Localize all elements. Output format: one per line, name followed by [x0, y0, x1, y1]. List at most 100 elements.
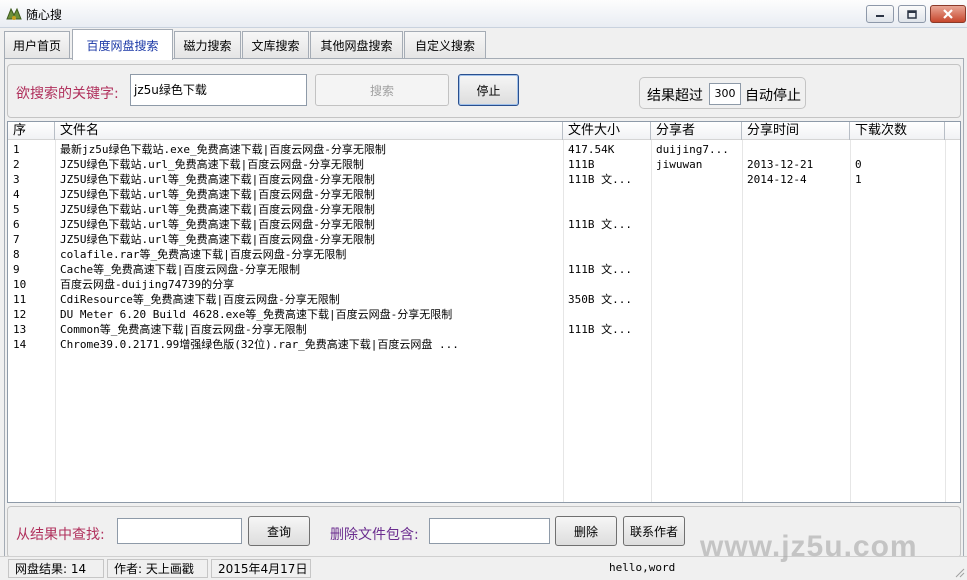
- cell-sharer: [651, 322, 742, 337]
- table-row[interactable]: 10 百度云网盘-duijing74739的分享: [8, 277, 960, 292]
- table-row[interactable]: 11 CdiResource等_免费高速下载|百度云网盘-分享无限制 350B 文.…: [8, 292, 960, 307]
- cell-download-count: [850, 142, 945, 157]
- table-row[interactable]: 3 JZ5U绿色下载站.url等_免费高速下载|百度云网盘-分享无限制 111B 文…: [8, 172, 960, 187]
- cell-share-time: [742, 142, 850, 157]
- cell-filename: JZ5U绿色下载站.url等_免费高速下载|百度云网盘-分享无限制: [60, 173, 375, 186]
- status-author: 作者: 天上画戳: [107, 559, 208, 578]
- column-header-download-count[interactable]: 下载次数: [850, 122, 945, 140]
- cell-index: 8: [13, 248, 20, 261]
- cell-filesize: [563, 247, 651, 262]
- cell-share-time: 2014-12-4: [747, 173, 807, 186]
- cell-sharer: [651, 262, 742, 277]
- delete-contains-input[interactable]: [429, 518, 550, 544]
- table-row[interactable]: 13 Common等_免费高速下载|百度云网盘-分享无限制 111B 文...: [8, 322, 960, 337]
- cell-sharer: [651, 337, 742, 352]
- cell-filesize: 111B 文...: [568, 173, 632, 186]
- minimize-button[interactable]: [866, 5, 894, 23]
- cell-sharer: jiwuwan: [656, 158, 703, 171]
- stop-button[interactable]: 停止: [458, 74, 519, 106]
- cell-download-count: [850, 232, 945, 247]
- column-header-filesize[interactable]: 文件大小: [563, 122, 651, 140]
- results-list[interactable]: 序 文件名 文件大小 分享者 分享时间 下载次数 1 最新jz5u绿色下载站.ex…: [7, 121, 961, 503]
- table-row[interactable]: 7 JZ5U绿色下载站.url等_免费高速下载|百度云网盘-分享无限制: [8, 232, 960, 247]
- cell-download-count: [850, 187, 945, 202]
- cell-filesize: [563, 202, 651, 217]
- cell-filename: colafile.rar等_免费高速下载|百度云网盘-分享无限制: [60, 248, 347, 261]
- status-date: 2015年4月17日: [211, 559, 311, 578]
- cell-share-time: [742, 247, 850, 262]
- cell-index: 9: [13, 263, 20, 276]
- cell-filename: CdiResource等_免费高速下载|百度云网盘-分享无限制: [60, 293, 340, 306]
- cell-share-time: [742, 202, 850, 217]
- delete-button[interactable]: 删除: [555, 516, 617, 546]
- cell-share-time: [742, 307, 850, 322]
- tab-other-pan-search[interactable]: 其他网盘搜索: [310, 31, 403, 59]
- query-button[interactable]: 查询: [248, 516, 310, 546]
- column-header-index[interactable]: 序: [8, 122, 55, 140]
- cell-filesize: [563, 307, 651, 322]
- cell-index: 2: [13, 158, 20, 171]
- cell-sharer: [651, 217, 742, 232]
- cell-share-time: [742, 277, 850, 292]
- table-row[interactable]: 8 colafile.rar等_免费高速下载|百度云网盘-分享无限制: [8, 247, 960, 262]
- cell-filesize: 111B 文...: [568, 323, 632, 336]
- table-row[interactable]: 6 JZ5U绿色下载站.url等_免费高速下载|百度云网盘-分享无限制 111B 文…: [8, 217, 960, 232]
- title-bar: 随心搜: [0, 0, 967, 28]
- tab-panel: 欲搜索的关键字: jz5u绿色下载 搜索 停止 结果超过 300 自动停止 序 …: [4, 58, 964, 563]
- cell-filesize: 417.54K: [568, 143, 615, 156]
- table-row[interactable]: 2 JZ5U绿色下载站.url_免费高速下载|百度云网盘-分享无限制 111B jiw…: [8, 157, 960, 172]
- contact-author-button[interactable]: 联系作者: [623, 516, 685, 546]
- find-in-results-input[interactable]: [117, 518, 242, 544]
- tab-magnet-search[interactable]: 磁力搜索: [174, 31, 241, 59]
- cell-sharer: [651, 247, 742, 262]
- tab-custom-search[interactable]: 自定义搜索: [404, 31, 486, 59]
- cell-filename: Chrome39.0.2171.99增强绿色版(32位).rar_免费高速下载|…: [60, 338, 459, 351]
- cell-filename: 百度云网盘-duijing74739的分享: [60, 278, 235, 291]
- column-header-sharer[interactable]: 分享者: [651, 122, 742, 140]
- cell-download-count: [850, 262, 945, 277]
- tab-baidu-pan-search[interactable]: 百度网盘搜索: [72, 29, 173, 60]
- auto-stop-group: 结果超过 300 自动停止: [639, 77, 806, 109]
- keyword-input[interactable]: jz5u绿色下载: [130, 74, 307, 106]
- watermark: www.jz5u.com: [700, 530, 918, 563]
- cell-sharer: [651, 202, 742, 217]
- tab-library-search[interactable]: 文库搜索: [242, 31, 309, 59]
- close-icon: [943, 9, 953, 19]
- cell-sharer: [651, 172, 742, 187]
- maximize-button[interactable]: [898, 5, 926, 23]
- limit-suffix-label: 自动停止: [745, 88, 801, 104]
- cell-download-count: [850, 337, 945, 352]
- resize-grip-icon[interactable]: [953, 566, 965, 578]
- column-header-filename[interactable]: 文件名: [55, 122, 563, 140]
- cell-filename: 最新jz5u绿色下载站.exe_免费高速下载|百度云网盘-分享无限制: [60, 143, 386, 156]
- cell-filename: DU Meter 6.20 Build 4628.exe等_免费高速下载|百度云…: [60, 308, 453, 321]
- cell-download-count: 1: [855, 173, 862, 186]
- cell-share-time: [742, 232, 850, 247]
- table-row[interactable]: 1 最新jz5u绿色下载站.exe_免费高速下载|百度云网盘-分享无限制 417.5…: [8, 142, 960, 157]
- cell-index: 6: [13, 218, 20, 231]
- keyword-label: 欲搜索的关键字:: [16, 86, 119, 102]
- cell-download-count: [850, 307, 945, 322]
- cell-filename: JZ5U绿色下载站.url等_免费高速下载|百度云网盘-分享无限制: [60, 233, 375, 246]
- search-button[interactable]: 搜索: [315, 74, 449, 106]
- result-limit-input[interactable]: 300: [709, 83, 741, 105]
- cell-filesize: 350B 文...: [568, 293, 632, 306]
- cell-filename: JZ5U绿色下载站.url等_免费高速下载|百度云网盘-分享无限制: [60, 218, 375, 231]
- table-row[interactable]: 5 JZ5U绿色下载站.url等_免费高速下载|百度云网盘-分享无限制: [8, 202, 960, 217]
- status-result-count: 网盘结果: 14: [8, 559, 104, 578]
- close-button[interactable]: [930, 5, 966, 23]
- cell-sharer: [651, 277, 742, 292]
- table-row[interactable]: 4 JZ5U绿色下载站.url等_免费高速下载|百度云网盘-分享无限制: [8, 187, 960, 202]
- cell-download-count: [850, 247, 945, 262]
- cell-index: 10: [13, 278, 27, 291]
- table-row[interactable]: 12 DU Meter 6.20 Build 4628.exe等_免费高速下载|百…: [8, 307, 960, 322]
- cell-index: 14: [13, 338, 27, 351]
- table-row[interactable]: 9 Cache等_免费高速下载|百度云网盘-分享无限制 111B 文...: [8, 262, 960, 277]
- cell-index: 12: [13, 308, 27, 321]
- table-row[interactable]: 14 Chrome39.0.2171.99增强绿色版(32位).rar_免费高速下…: [8, 337, 960, 352]
- cell-filesize: 111B 文...: [568, 263, 632, 276]
- cell-filesize: 111B 文...: [568, 218, 632, 231]
- column-header-share-time[interactable]: 分享时间: [742, 122, 850, 140]
- cell-sharer: [651, 292, 742, 307]
- tab-home[interactable]: 用户首页: [4, 31, 70, 59]
